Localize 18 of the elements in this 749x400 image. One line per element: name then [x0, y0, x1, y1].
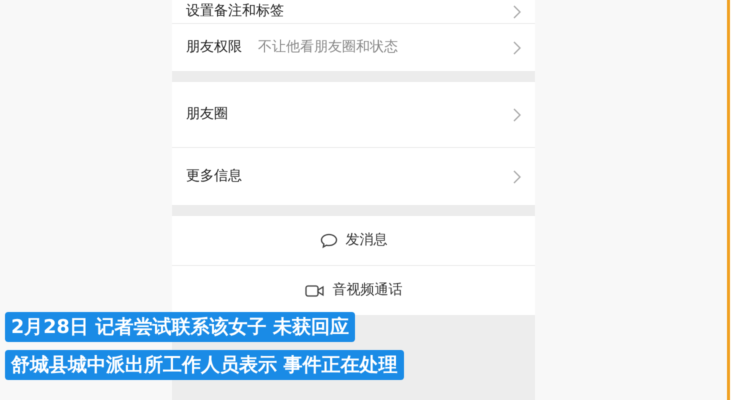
chevron-icon — [513, 108, 521, 122]
item-label: 设置备注和标签 — [186, 2, 284, 21]
action-label: 音视频通话 — [332, 281, 402, 300]
action-button[interactable]: 发消息 — [172, 216, 535, 266]
item-label: 更多信息 — [186, 167, 242, 186]
list-item[interactable]: 设置备注和标签 — [172, 0, 535, 24]
item-label: 朋友圈 — [186, 105, 228, 124]
chevron-icon — [513, 170, 521, 184]
chevron-icon — [513, 40, 521, 54]
list-item[interactable]: 朋友圈 — [172, 82, 535, 148]
action-label: 发消息 — [346, 231, 388, 250]
caption: 舒城县城中派出所工作人员表示 事件正在处理 — [5, 350, 404, 380]
item-label: 朋友权限 — [186, 38, 242, 57]
item-value: 不让他看朋友圈和状态 — [258, 38, 398, 57]
chevron-icon — [513, 4, 521, 18]
caption: 2月28日 记者尝试联系该女子 未获回应 — [5, 312, 355, 342]
video-camera-icon — [304, 284, 324, 298]
chat-bubble-icon — [320, 232, 338, 248]
